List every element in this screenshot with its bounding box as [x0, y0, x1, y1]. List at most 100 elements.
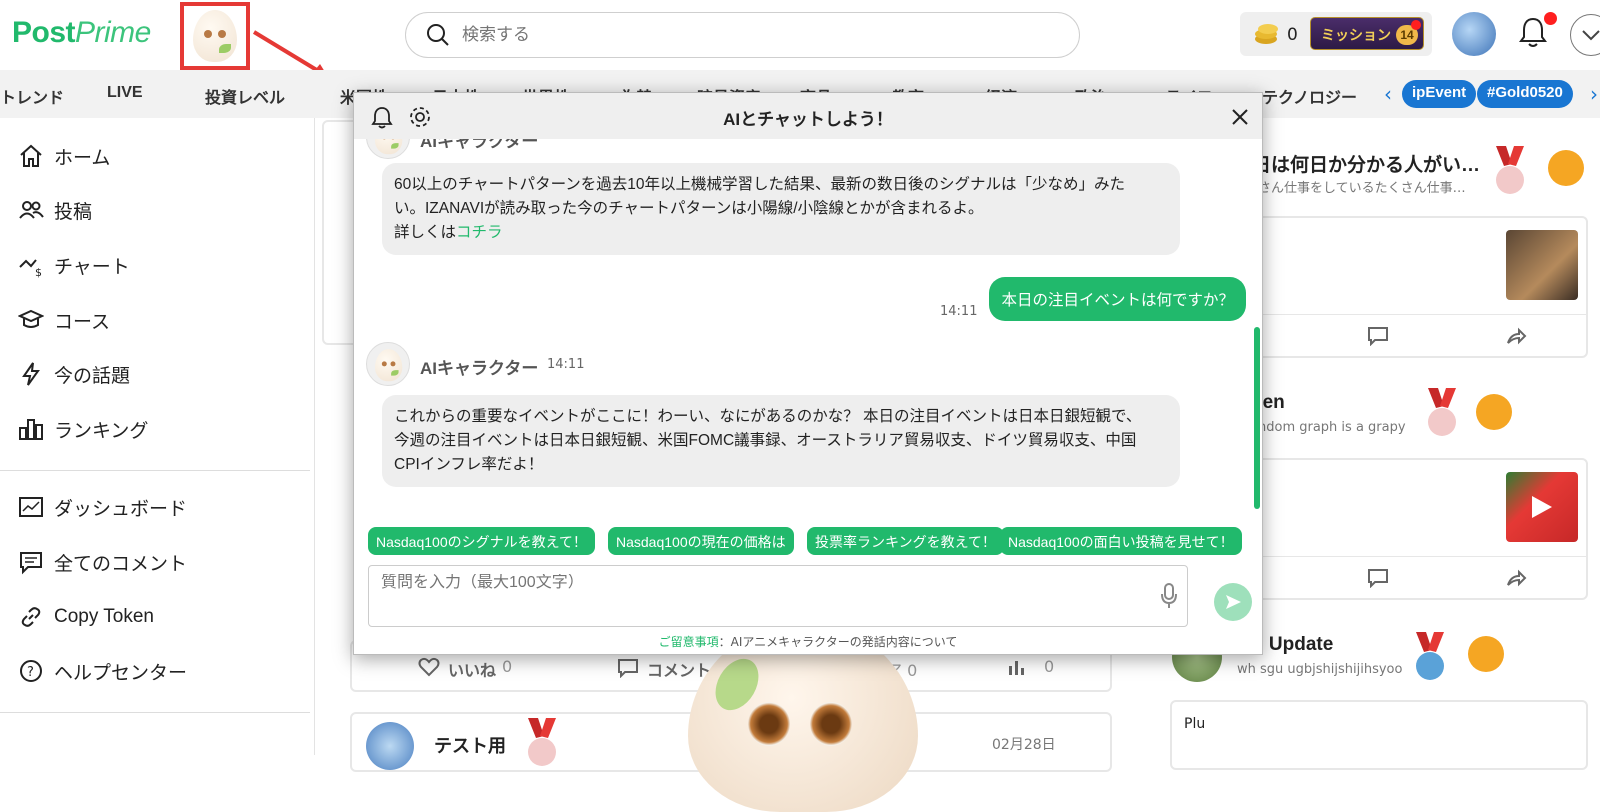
post-date: 02月28日 — [992, 737, 1056, 753]
category-tab[interactable]: 投資レベル — [205, 84, 285, 108]
hashtag-chip[interactable]: #Gold0520 — [1477, 80, 1573, 108]
chart-icon: $ — [19, 259, 42, 278]
svg-text:$: $ — [35, 266, 42, 278]
details-link[interactable]: コチラ — [456, 224, 503, 241]
heart-icon[interactable] — [418, 657, 440, 677]
bot-name: AIキャラクター — [420, 359, 539, 378]
sidebar-item-posts[interactable]: 投稿 — [18, 192, 92, 228]
send-button[interactable] — [1214, 583, 1252, 621]
sidebar-item-trending[interactable]: 今の話題 — [18, 356, 130, 392]
chat-input-box[interactable] — [368, 565, 1188, 627]
bot-avatar — [366, 139, 410, 159]
sidebar-item-label: 全てのコメント — [54, 553, 188, 575]
ai-chat-modal: AIとチャットしよう！ AIキャラクター 60以上のチャートパターンを過去10年… — [353, 92, 1263, 655]
dog-thumbnail[interactable] — [1506, 230, 1578, 300]
logo-prime-text: Prime — [75, 16, 151, 49]
ai-character-button[interactable] — [180, 2, 250, 70]
sidebar-item-label: 今の話題 — [54, 365, 131, 387]
suggestion-chip[interactable]: Nasdaq100の面白い投稿を見せて！ — [1000, 527, 1242, 555]
sidebar-item-chart[interactable]: $ チャート — [18, 247, 130, 283]
search-input[interactable] — [462, 25, 1022, 45]
comment-input-card[interactable]: Plu — [1170, 700, 1588, 770]
views-count: 0 — [1044, 657, 1055, 676]
chevron-right-icon[interactable]: › — [1590, 82, 1598, 106]
sidebar-item-course[interactable]: コース — [18, 302, 110, 338]
send-icon — [1226, 595, 1241, 609]
sidebar-item-all-comments[interactable]: 全てのコメント — [18, 544, 187, 580]
dashboard-icon — [19, 497, 43, 517]
sidebar-item-copy-token[interactable]: Copy Token — [18, 599, 154, 635]
help-icon: ? — [20, 660, 42, 682]
like-label: いいね — [448, 661, 497, 680]
sidebar-item-help[interactable]: ? ヘルプセンター — [18, 653, 187, 689]
user-avatar[interactable] — [1452, 12, 1496, 56]
follow-button[interactable] — [1548, 150, 1584, 186]
watermelon-video-thumbnail[interactable] — [1506, 472, 1578, 542]
trending-question-title[interactable]: 日は何日か分かる人がい… — [1252, 150, 1480, 177]
chat-scrollbar[interactable] — [1254, 327, 1260, 509]
medal-icon — [1496, 146, 1524, 194]
post-author-avatar[interactable] — [366, 722, 414, 770]
share-icon[interactable] — [1505, 326, 1527, 346]
share-icon[interactable] — [1505, 568, 1527, 588]
suggestion-chip[interactable]: Nasdaq100の現在の価格は — [608, 527, 794, 555]
sidebar-item-home[interactable]: ホーム — [18, 138, 110, 174]
notification-dot — [1544, 12, 1557, 25]
chat-input[interactable] — [381, 574, 1121, 592]
sidebar-item-dashboard[interactable]: ダッシュボード — [18, 489, 187, 525]
chevron-left-icon[interactable]: ‹ — [1384, 82, 1392, 106]
close-icon[interactable] — [1230, 107, 1250, 127]
disclaimer-notice: ご留意事項：AIアニメキャラクターの発話内容について — [354, 633, 1262, 650]
bot-message-bubble: 60以上のチャートパターンを過去10年以上機械学習した結果、最新の数日後のシグナ… — [382, 163, 1180, 255]
suggested-questions: Nasdaq100のシグナルを教えて！ Nasdaq100の現在の価格は 投票率… — [368, 527, 1258, 557]
search-bar[interactable] — [405, 12, 1080, 58]
account-menu-toggle[interactable] — [1570, 14, 1600, 56]
ranking-icon — [19, 419, 43, 440]
sidebar-divider — [0, 712, 310, 713]
category-tab[interactable]: LIVE — [107, 84, 143, 102]
sidebar-item-label: Copy Token — [54, 606, 154, 627]
users-icon — [19, 201, 44, 219]
ai-egg-character-icon — [193, 10, 237, 62]
comment-icon[interactable] — [1367, 568, 1389, 588]
coin-stack-icon — [1255, 24, 1278, 44]
mission-notification-dot — [1411, 20, 1421, 30]
graduation-cap-icon — [18, 309, 44, 328]
like-count: 0 — [502, 657, 513, 676]
bot-message-bubble: これからの重要なイベントがここに！わーい、なにがあるのかな？ 本日の注目イベント… — [382, 395, 1180, 487]
medal-icon — [1416, 632, 1444, 680]
follow-button[interactable] — [1468, 636, 1504, 672]
sidebar-item-ranking[interactable]: ランキング — [18, 411, 148, 447]
message-time: 14:11 — [940, 304, 978, 319]
medal-icon — [1428, 388, 1456, 436]
suggestion-chip[interactable]: 投票率ランキングを教えて！ — [807, 527, 1004, 555]
home-icon — [20, 144, 42, 167]
post-author-name[interactable]: テスト用 — [434, 732, 506, 758]
category-tab[interactable]: テクノロジー — [1262, 84, 1357, 108]
hashtag-chip[interactable]: ipEvent — [1402, 80, 1477, 108]
bot-name: AIキャラクター — [420, 139, 539, 151]
search-icon — [427, 24, 449, 46]
disclaimer-link[interactable]: ご留意事項 — [659, 635, 719, 649]
message-line: い。IZANAVIが読み取った今のチャートパターンは小陽線/小陰線とかが含まれる… — [394, 200, 984, 217]
comment-input-text: Plu — [1184, 716, 1206, 732]
comment-icon[interactable] — [1367, 326, 1389, 346]
postprime-logo[interactable]: PostPrime — [12, 16, 151, 50]
message-time: 14:11 — [547, 357, 585, 372]
message-line: これからの重要なイベントがここに！わーい、なにがあるのかな？ 本日の注目イベント… — [394, 408, 1142, 425]
sidebar-item-label: 投稿 — [54, 201, 93, 223]
trending-question-sub: さん仕事をしているたくさん仕事… — [1258, 181, 1466, 196]
follow-button[interactable] — [1476, 394, 1512, 430]
user-name[interactable]: p Update — [1252, 634, 1333, 656]
microphone-icon[interactable] — [1159, 582, 1179, 610]
sidebar-item-label: チャート — [54, 256, 130, 278]
user-message-bubble: 本日の注目イベントは何ですか？ — [989, 277, 1246, 321]
message-line: 今週の注目イベントは日本日銀短観、米国FOMC議事録、オーストラリア貿易収支、ド… — [394, 432, 1137, 449]
points-panel: 0 ミッション 14 — [1240, 12, 1432, 56]
suggestion-chip[interactable]: Nasdaq100のシグナルを教えて！ — [368, 527, 595, 555]
category-tab[interactable]: トレンド — [0, 84, 64, 108]
comment-icon[interactable] — [617, 658, 639, 678]
mission-button[interactable]: ミッション 14 — [1310, 17, 1424, 50]
chevron-down-icon — [1582, 30, 1600, 41]
message-line: 60以上のチャートパターンを過去10年以上機械学習した結果、最新の数日後のシグナ… — [394, 176, 1126, 193]
